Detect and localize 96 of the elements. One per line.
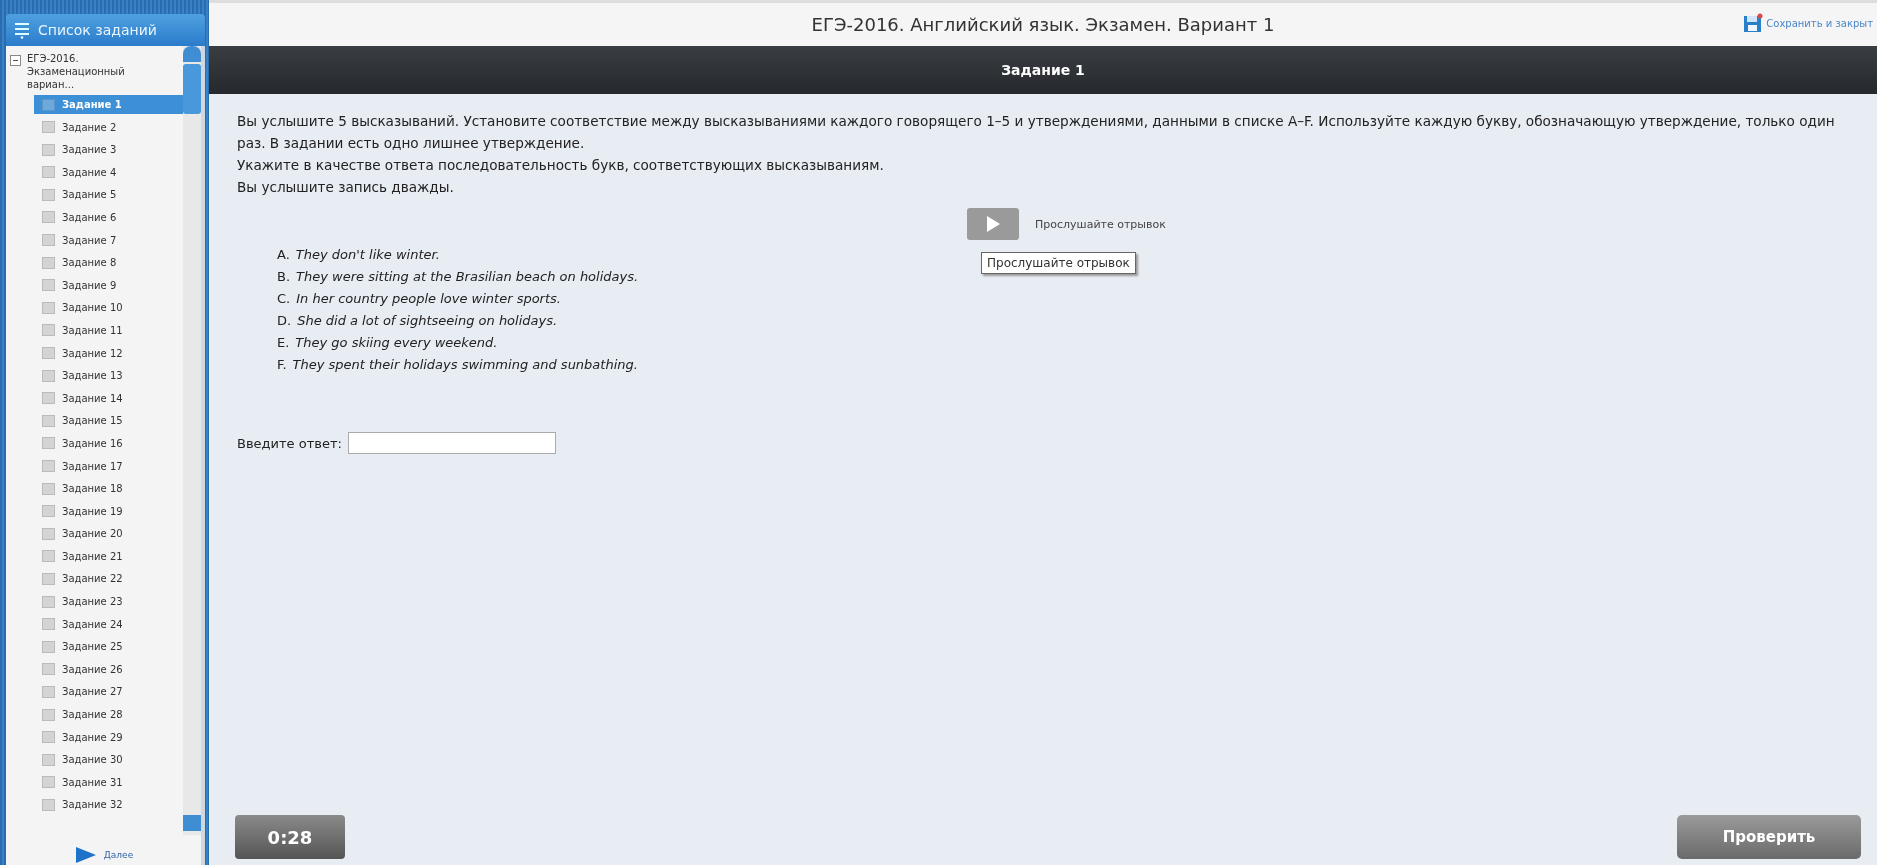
task-item[interactable]: Задание 21 bbox=[38, 546, 183, 566]
document-icon bbox=[42, 166, 55, 179]
task-item[interactable]: Задание 10 bbox=[38, 298, 183, 318]
task-item[interactable]: Задание 28 bbox=[38, 705, 183, 725]
task-item[interactable]: Задание 2 bbox=[38, 117, 183, 137]
document-icon bbox=[42, 143, 55, 156]
task-item[interactable]: Задание 17 bbox=[38, 456, 183, 476]
document-icon bbox=[42, 753, 55, 766]
menu-icon bbox=[14, 21, 30, 39]
document-icon bbox=[42, 324, 55, 337]
document-icon bbox=[42, 301, 55, 314]
task-item[interactable]: Задание 3 bbox=[38, 140, 183, 160]
task-item[interactable]: Задание 22 bbox=[38, 569, 183, 589]
document-icon bbox=[42, 482, 55, 495]
option-text: They were sitting at the Brasilian beach on holidays. bbox=[296, 268, 639, 286]
task-item[interactable]: Задание 14 bbox=[38, 388, 183, 408]
task-item[interactable]: Задание 25 bbox=[38, 637, 183, 657]
document-icon bbox=[42, 505, 55, 518]
document-icon bbox=[42, 527, 55, 540]
option-letter: B. bbox=[277, 268, 291, 286]
document-icon bbox=[42, 798, 55, 811]
option-text: They don't like winter. bbox=[295, 246, 440, 264]
timer: 0:28 bbox=[235, 815, 345, 859]
play-icon bbox=[985, 215, 1001, 233]
task-item[interactable]: Задание 24 bbox=[38, 614, 183, 634]
answer-label: Введите ответ: bbox=[237, 435, 342, 451]
next-button[interactable]: Далее bbox=[73, 847, 134, 863]
document-icon bbox=[42, 347, 55, 360]
option-text: She did a lot of sightseeing on holidays. bbox=[297, 312, 558, 330]
task-item[interactable]: Задание 8 bbox=[38, 253, 183, 273]
option-letter: A. bbox=[277, 246, 290, 264]
scrollbar[interactable] bbox=[183, 46, 201, 835]
play-label: Прослушайте отрывок bbox=[1035, 217, 1166, 231]
task-item[interactable]: Задание 4 bbox=[38, 162, 183, 182]
task-item[interactable]: Задание 5 bbox=[38, 185, 183, 205]
play-button[interactable] bbox=[967, 208, 1019, 240]
option-letter: E. bbox=[277, 334, 290, 352]
arrow-icon bbox=[73, 847, 96, 863]
task-item[interactable]: Задание 26 bbox=[38, 659, 183, 679]
task-item[interactable]: Задание 7 bbox=[38, 230, 183, 250]
collapse-toggle[interactable] bbox=[10, 55, 21, 66]
document-icon bbox=[42, 460, 55, 472]
task-item[interactable]: Задание 12 bbox=[38, 343, 183, 363]
document-icon bbox=[42, 572, 55, 585]
answer-field[interactable] bbox=[347, 432, 556, 454]
task-item[interactable]: Задание 16 bbox=[38, 433, 183, 453]
document-icon bbox=[42, 595, 55, 608]
option-letter: F. bbox=[277, 356, 287, 374]
task-header: Задание 1 bbox=[209, 46, 1877, 94]
document-icon bbox=[42, 98, 55, 111]
document-icon bbox=[42, 369, 55, 382]
task-item[interactable]: Задание 11 bbox=[38, 320, 183, 340]
option-letter: D. bbox=[277, 312, 292, 330]
window-title: ЕГЭ-2016. Английский язык. Экзамен. Вариант 1 bbox=[811, 14, 1275, 35]
document-icon bbox=[42, 256, 55, 269]
task-item[interactable]: Задание 30 bbox=[38, 750, 183, 770]
document-icon bbox=[42, 437, 55, 450]
document-icon bbox=[42, 211, 55, 224]
tree-item[interactable]: ЕГЭ-2016. Экзаменационный вариан... bbox=[7, 52, 147, 91]
option-text: They spent their holidays swimming and sunbathing. bbox=[292, 356, 638, 374]
task-item[interactable]: Задание 20 bbox=[38, 524, 183, 544]
document-icon bbox=[42, 776, 55, 789]
document-icon bbox=[42, 234, 55, 247]
option-letter: C. bbox=[277, 290, 291, 308]
task-item[interactable]: Задание 29 bbox=[38, 727, 183, 747]
document-icon bbox=[42, 414, 55, 427]
document-icon bbox=[42, 708, 55, 721]
task-item[interactable]: Задание 13 bbox=[38, 366, 183, 386]
document-icon bbox=[42, 188, 55, 201]
task-item[interactable]: Задание 19 bbox=[38, 501, 183, 521]
document-icon bbox=[42, 121, 55, 134]
instruction-text: Укажите в качестве ответа последовательность букв, соответствующих высказываниям. bbox=[237, 156, 885, 175]
document-icon bbox=[42, 731, 55, 744]
document-icon bbox=[42, 550, 55, 563]
instruction-text: Вы услышите 5 высказываний. Установите соответствие между высказываниями каждого говорящего 1–5 и утверждениями, данными в списке A–F. Используйте каждую букву, обозначающую утверждение, только один раз. В задании есть одно лишнее утверждение. bbox=[237, 112, 1836, 153]
check-button[interactable]: Проверить bbox=[1677, 815, 1861, 859]
document-icon bbox=[42, 640, 55, 653]
task-item[interactable]: Задание 9 bbox=[38, 275, 183, 295]
task-item[interactable]: Задание 15 bbox=[38, 411, 183, 431]
task-item[interactable]: Задание 18 bbox=[38, 479, 183, 499]
tooltip: Прослушайте отрывок bbox=[981, 252, 1136, 274]
instruction-text: Вы услышите запись дважды. bbox=[237, 178, 455, 197]
document-icon bbox=[42, 392, 55, 405]
task-item[interactable]: Задание 23 bbox=[38, 592, 183, 612]
option-text: In her country people love winter sports. bbox=[296, 290, 561, 308]
task-item[interactable]: Задание 31 bbox=[38, 772, 183, 792]
save-and-close-link[interactable]: Сохранить и закрыт bbox=[1743, 13, 1873, 33]
task-item[interactable]: Задание 6 bbox=[38, 207, 183, 227]
document-icon bbox=[42, 685, 55, 698]
sidebar-title: Список заданий bbox=[38, 22, 157, 38]
task-item[interactable]: Задание 32 bbox=[38, 795, 183, 815]
document-icon bbox=[42, 279, 55, 292]
document-icon bbox=[42, 618, 55, 631]
document-icon bbox=[42, 663, 55, 676]
task-item[interactable]: Задание 27 bbox=[38, 682, 183, 702]
option-text: They go skiing every weekend. bbox=[295, 334, 498, 352]
